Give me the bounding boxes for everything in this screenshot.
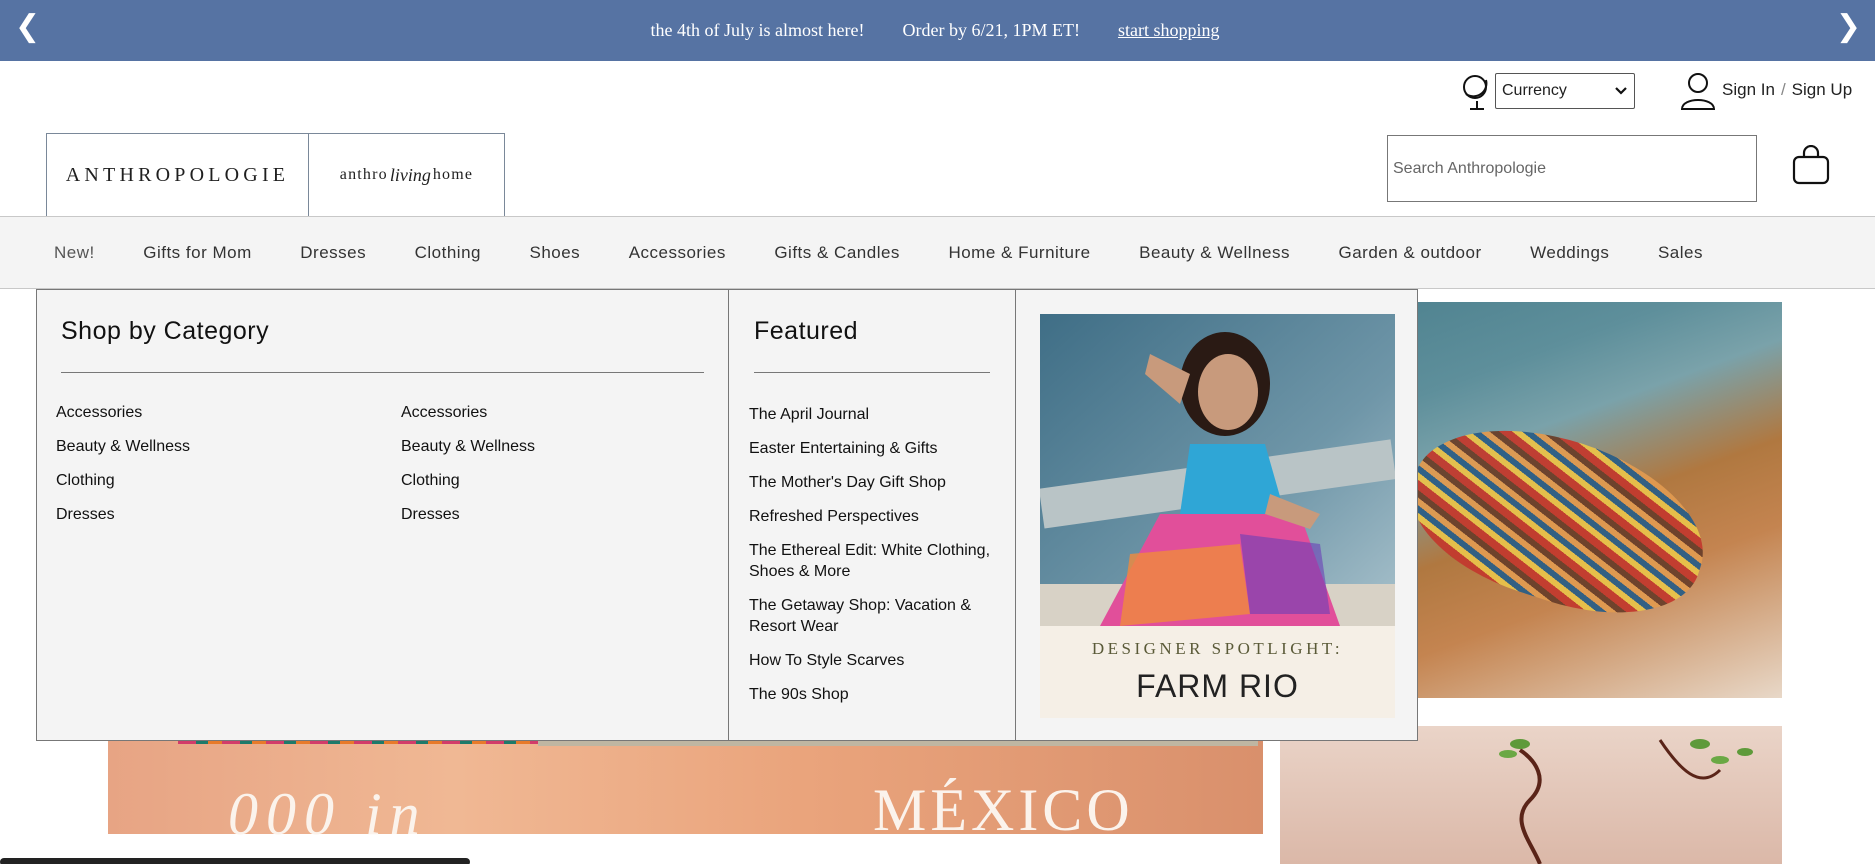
mega-menu-dropdown: Shop by Category Accessories Beauty & We… xyxy=(36,289,1418,741)
category-link-accessories[interactable]: Accessories xyxy=(56,404,190,438)
anthropologie-logo[interactable]: ANTHROPOLOGIE xyxy=(46,133,309,217)
nav-item-beauty-wellness[interactable]: Beauty & Wellness xyxy=(1139,243,1290,263)
prev-arrow-icon[interactable]: ❮ xyxy=(15,12,40,42)
category-divider xyxy=(61,372,704,373)
featured-link[interactable]: Easter Entertaining & Gifts xyxy=(749,438,999,459)
featured-link[interactable]: The Mother's Day Gift Shop xyxy=(749,472,999,493)
shop-by-category-column: Shop by Category Accessories Beauty & We… xyxy=(37,290,729,740)
featured-link[interactable]: Refreshed Perspectives xyxy=(749,506,999,527)
promo-message-1: the 4th of July is almost here! xyxy=(650,20,865,40)
account-separator: / xyxy=(1780,80,1786,99)
user-icon[interactable] xyxy=(1680,71,1716,111)
promo-messages: the 4th of July is almost here! Order by… xyxy=(651,20,1220,41)
designer-spotlight-tagline: DESIGNER SPOTLIGHT: xyxy=(1091,639,1344,658)
shopping-bag-icon[interactable] xyxy=(1792,145,1830,185)
utility-bar: Currency Sign In / Sign Up xyxy=(0,70,1875,112)
main-navigation: New! Gifts for Mom Dresses Clothing Shoe… xyxy=(0,216,1875,289)
featured-heading: Featured xyxy=(754,317,859,345)
anthroliving-right: home xyxy=(432,166,474,183)
hero-headline: MÉXICO xyxy=(873,777,1134,843)
nav-item-gifts-for-mom[interactable]: Gifts for Mom xyxy=(143,243,252,263)
currency-label: Currency xyxy=(1502,82,1567,99)
nav-item-weddings[interactable]: Weddings xyxy=(1530,243,1609,263)
promo-banner: ❮ the 4th of July is almost here! Order … xyxy=(0,0,1875,61)
currency-select[interactable]: Currency xyxy=(1495,73,1635,109)
next-arrow-icon[interactable]: ❯ xyxy=(1836,12,1861,42)
category-link-beauty-wellness[interactable]: Beauty & Wellness xyxy=(401,438,535,472)
category-link-clothing[interactable]: Clothing xyxy=(401,472,535,506)
chevron-down-icon xyxy=(1608,86,1634,96)
designer-spotlight-card[interactable]: DESIGNER SPOTLIGHT: FARM RIO xyxy=(1040,314,1395,718)
category-link-dresses[interactable]: Dresses xyxy=(56,506,190,540)
globe-icon xyxy=(1463,75,1488,110)
sign-in-link[interactable]: Sign In xyxy=(1722,80,1775,99)
site-logo[interactable]: ANTHROPOLOGIE anthro living home xyxy=(46,133,505,217)
nav-item-shoes[interactable]: Shoes xyxy=(529,243,580,263)
anthroliving-script: living xyxy=(389,164,431,185)
promo-image-column: DESIGNER SPOTLIGHT: FARM RIO xyxy=(1016,290,1417,740)
nav-list: New! Gifts for Mom Dresses Clothing Shoe… xyxy=(0,217,1875,288)
branch-illustration xyxy=(1499,739,1753,864)
nav-item-sales[interactable]: Sales xyxy=(1658,243,1703,263)
promo-message-2: Order by 6/21, 1PM ET! xyxy=(902,20,1080,40)
category-list-2: Accessories Beauty & Wellness Clothing D… xyxy=(401,404,535,540)
featured-link[interactable]: The Getaway Shop: Vacation & Resort Wear xyxy=(749,595,999,637)
hero-script-text: 000 in xyxy=(228,781,428,847)
featured-list: The April Journal Easter Entertaining & … xyxy=(749,404,999,718)
search-input[interactable] xyxy=(1388,136,1756,201)
sign-up-link[interactable]: Sign Up xyxy=(1792,80,1852,99)
featured-link[interactable]: How To Style Scarves xyxy=(749,650,999,671)
category-link-dresses[interactable]: Dresses xyxy=(401,506,535,540)
featured-column: Featured The April Journal Easter Entert… xyxy=(729,290,1016,740)
featured-link[interactable]: The 90s Shop xyxy=(749,684,999,705)
start-shopping-link[interactable]: start shopping xyxy=(1118,20,1220,41)
nav-item-home-furniture[interactable]: Home & Furniture xyxy=(948,243,1090,263)
category-link-beauty-wellness[interactable]: Beauty & Wellness xyxy=(56,438,190,472)
featured-divider xyxy=(754,372,990,373)
nav-item-dresses[interactable]: Dresses xyxy=(300,243,366,263)
nav-item-accessories[interactable]: Accessories xyxy=(629,243,726,263)
horizontal-scrollbar[interactable] xyxy=(0,858,470,864)
nav-item-garden-outdoor[interactable]: Garden & outdoor xyxy=(1338,243,1481,263)
nav-item-gifts-candles[interactable]: Gifts & Candles xyxy=(774,243,900,263)
farm-rio-brand: FARM RIO xyxy=(1136,668,1299,704)
nav-item-clothing[interactable]: Clothing xyxy=(415,243,481,263)
account-links: Sign In / Sign Up xyxy=(1722,80,1852,100)
model-photo xyxy=(1040,314,1395,626)
shop-by-category-heading: Shop by Category xyxy=(61,317,270,345)
featured-link[interactable]: The April Journal xyxy=(749,404,999,425)
featured-link[interactable]: The Ethereal Edit: White Clothing, Shoes… xyxy=(749,540,999,582)
anthroliving-left: anthro xyxy=(339,166,388,183)
category-link-clothing[interactable]: Clothing xyxy=(56,472,190,506)
search-box xyxy=(1387,135,1757,202)
category-link-accessories[interactable]: Accessories xyxy=(401,404,535,438)
hero-banner-mexico[interactable]: 000 in MÉXICO xyxy=(108,730,1263,847)
anthroliving-logo[interactable]: anthro living home xyxy=(309,133,505,217)
nav-item-new[interactable]: New! xyxy=(54,243,95,263)
category-list-1: Accessories Beauty & Wellness Clothing D… xyxy=(56,404,190,540)
